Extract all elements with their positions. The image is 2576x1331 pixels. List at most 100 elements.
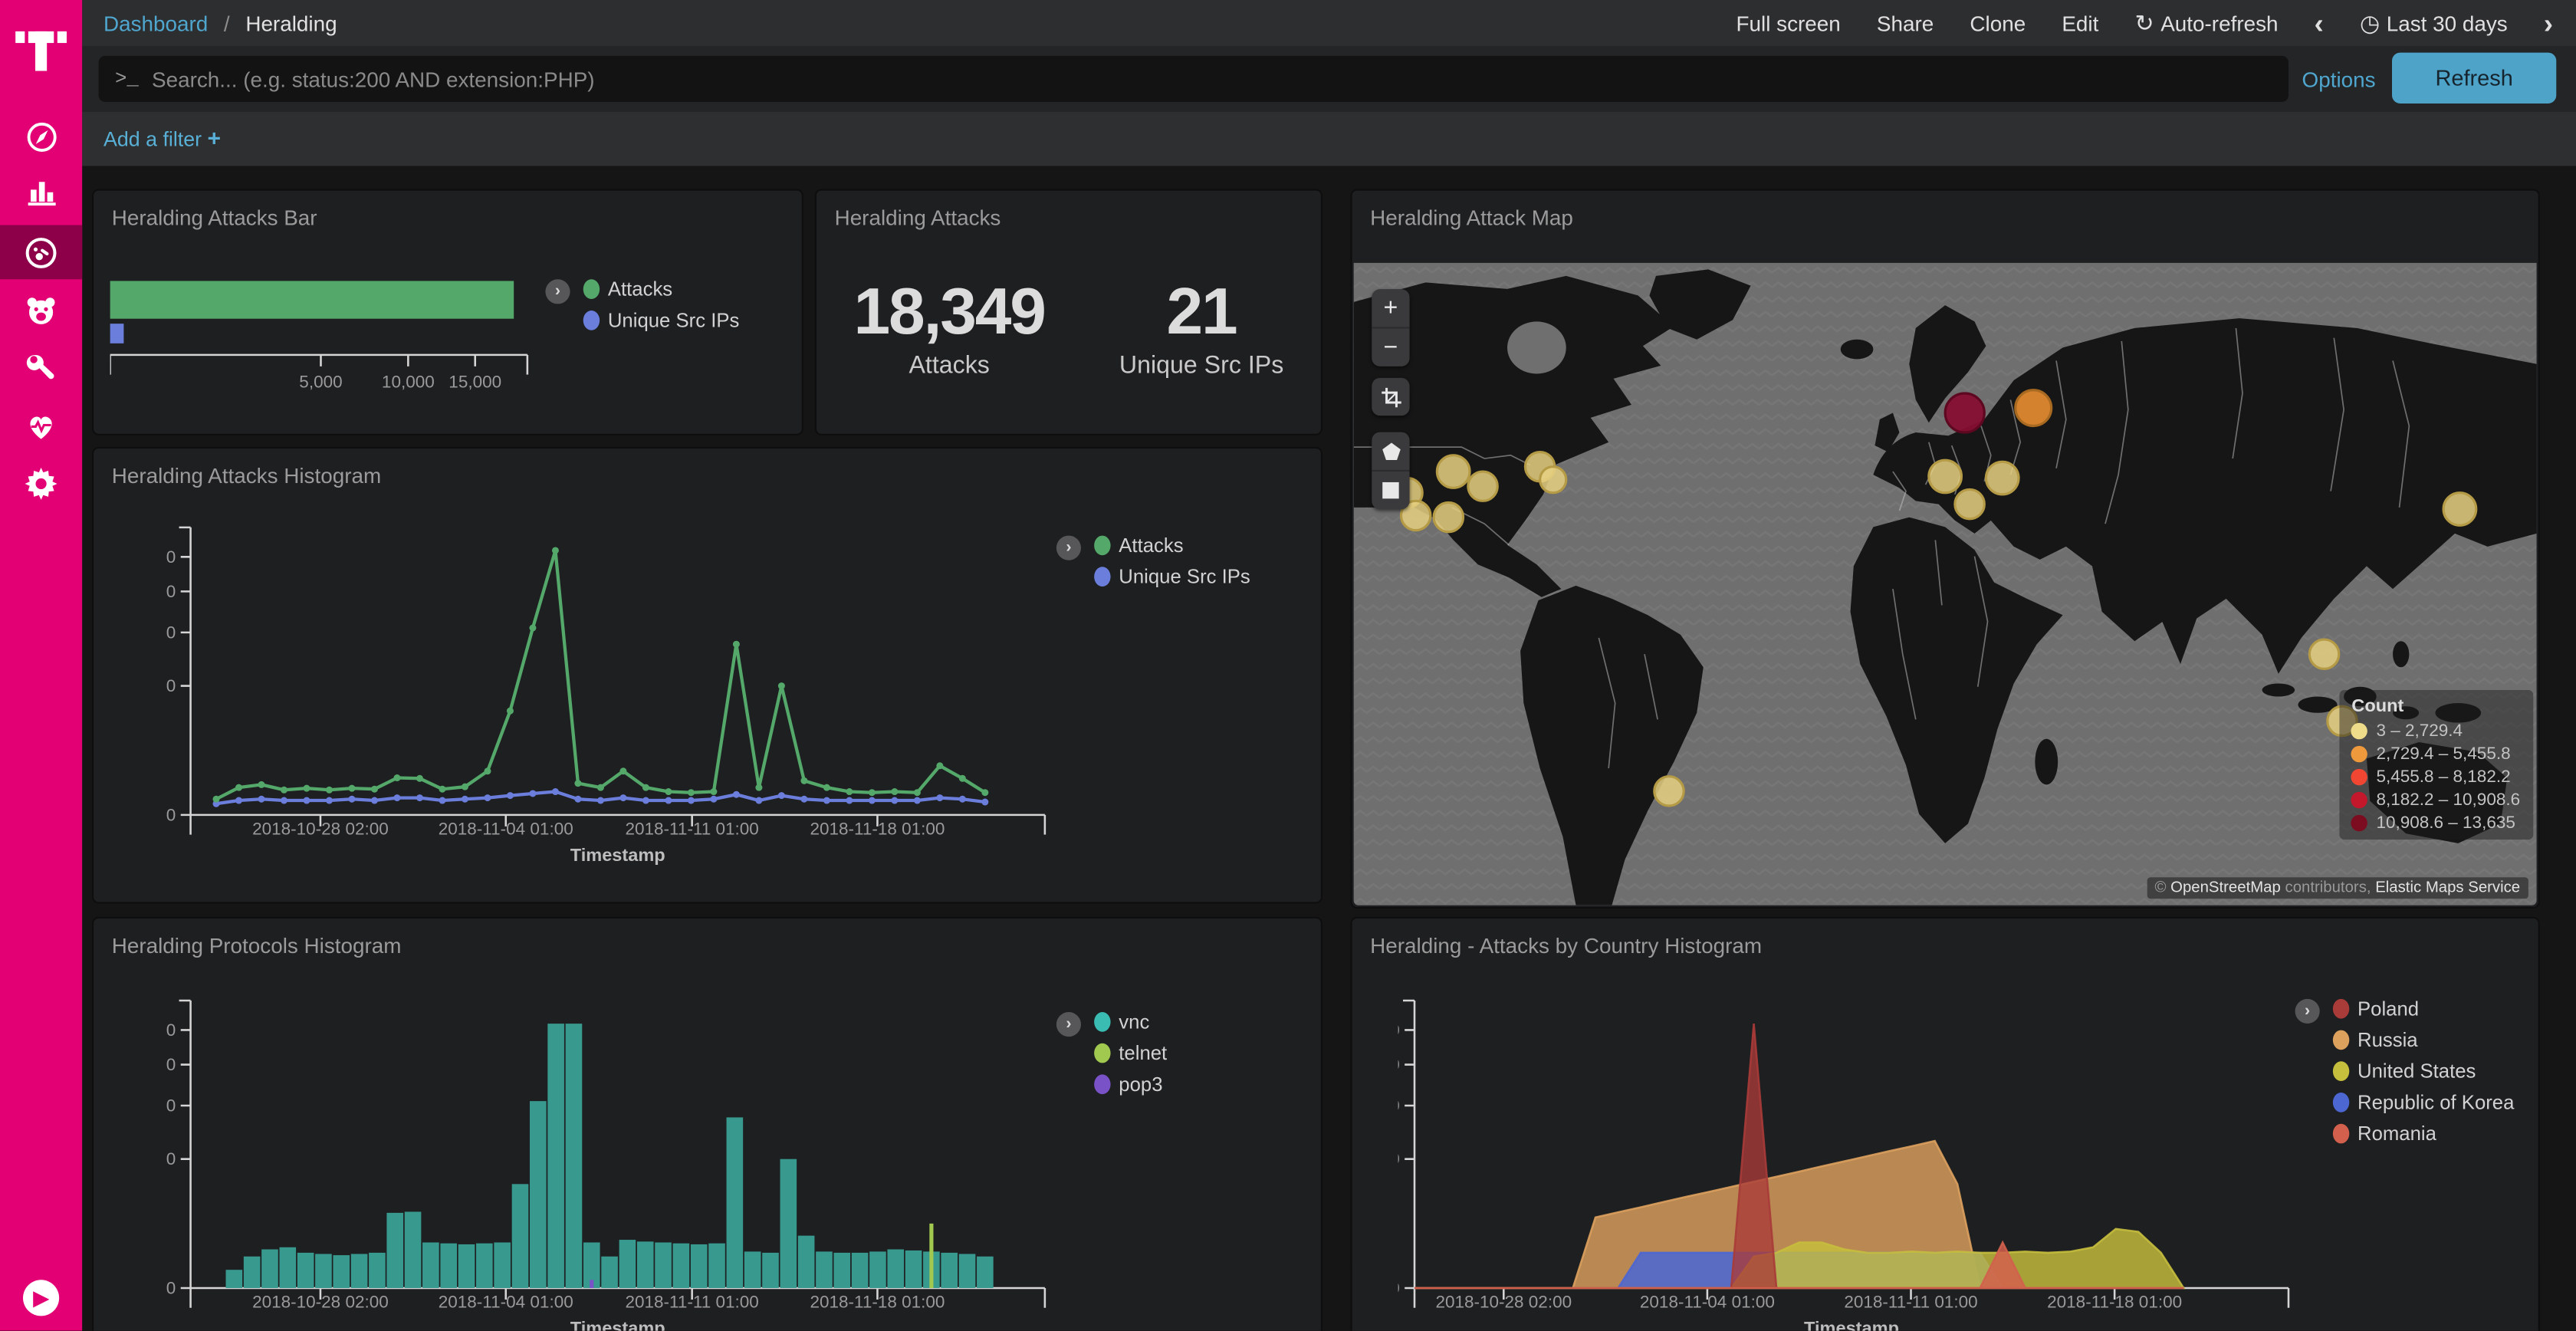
attack-location-circle[interactable] [1955,489,1984,518]
svg-text:8,000: 8,000 [1398,1020,1400,1040]
attack-location-circle[interactable] [1437,455,1470,488]
elastic-maps-link[interactable]: Elastic Maps Service [2375,879,2520,897]
svg-text:2018-11-04 01:00: 2018-11-04 01:00 [1640,1293,1775,1312]
legend-item[interactable]: telnet [1094,1042,1167,1065]
sidebar-item-monitoring[interactable] [0,398,82,452]
sidebar-item-management[interactable] [0,455,82,510]
map-zoom-controls: + − [1372,289,1409,366]
map-legend-dot [2351,746,2367,762]
refresh-cycle-icon: ↻ [2135,9,2154,35]
attack-location-circle[interactable] [1434,502,1463,531]
svg-text:15,000: 15,000 [449,373,501,392]
legend-item[interactable]: Unique Src IPs [583,309,740,332]
attack-location-circle[interactable] [1540,467,1566,493]
world-map[interactable]: + − [1354,263,2537,905]
metric-attacks: 18,349 Attacks [854,276,1045,380]
legend-toggle-icon[interactable]: › [2295,999,2320,1024]
zoom-out-button[interactable]: − [1372,327,1409,366]
clone-button[interactable]: Clone [1970,11,2026,35]
legend-item[interactable]: Attacks [583,278,740,301]
legend-label: Romania [2358,1122,2436,1145]
breadcrumb-current: Heralding [245,11,337,35]
map-legend-dot [2351,815,2367,831]
legend-toggle-icon[interactable]: › [1056,536,1081,560]
svg-text:2,000: 2,000 [166,1149,176,1168]
sidebar-item-discover[interactable] [0,110,82,165]
svg-text:2018-10-28 02:00: 2018-10-28 02:00 [1435,1293,1572,1312]
gear-icon [23,464,59,500]
kibana-dashboard: ▶ Dashboard / Heralding Full screen Shar… [0,0,2576,1331]
legend-label: Attacks [608,278,672,301]
svg-text:10,000: 10,000 [382,373,435,392]
sidebar-item-visualize[interactable] [0,164,82,219]
legend-label: Russia [2358,1028,2418,1051]
attack-location-circle[interactable] [1929,460,1962,493]
openstreetmap-link[interactable]: OpenStreetMap [2170,879,2281,897]
legend-item[interactable]: vnc [1094,1011,1167,1034]
svg-text:2018-11-11 01:00: 2018-11-11 01:00 [626,1293,759,1312]
attack-location-circle[interactable] [1986,462,2019,495]
attack-location-circle[interactable] [1945,393,1984,432]
share-button[interactable]: Share [1877,11,1934,35]
svg-text:4,000: 4,000 [1398,1096,1400,1116]
legend-color-dot [1094,1074,1110,1094]
legend-color-dot [1094,1043,1110,1063]
svg-text:5,000: 5,000 [299,373,342,392]
time-back-button[interactable]: ‹ [2315,9,2324,37]
search-input[interactable]: >_ Search... (e.g. status:200 AND extens… [99,56,2288,102]
legend-toggle-icon[interactable]: › [545,279,570,304]
time-forward-button[interactable]: › [2544,9,2553,37]
sidebar-item-bear-app[interactable] [0,283,82,337]
sidebar-item-dev-tools[interactable] [0,340,82,395]
svg-text:0: 0 [166,805,176,824]
legend-item[interactable]: Poland [2333,997,2515,1020]
heartbeat-icon [23,406,59,442]
attack-location-circle[interactable] [2309,639,2338,669]
legend-item[interactable]: Russia [2333,1028,2515,1051]
panel-attacks-bar: Heralding Attacks Bar 5,00010,00015,000 … [92,189,803,435]
search-placeholder: Search... (e.g. status:200 AND extension… [152,67,595,91]
sidebar-item-dashboard[interactable] [0,225,82,280]
zoom-in-button[interactable]: + [1372,289,1409,327]
attack-location-circle[interactable] [2016,390,2052,426]
legend-toggle-icon[interactable]: › [1056,1012,1081,1037]
draw-rectangle-button[interactable] [1372,470,1409,509]
breadcrumb-dashboard-link[interactable]: Dashboard [104,11,208,35]
collapse-nav-button[interactable]: ▶ [23,1280,59,1316]
metric-unique-src-ips: 21 Unique Src IPs [1119,276,1283,380]
attacks-line-chart[interactable]: 02,0004,0006,0008,0002018-10-28 02:00201… [166,491,1086,886]
fit-data-bounds-button[interactable] [1372,378,1409,416]
legend-item[interactable]: United States [2333,1060,2515,1083]
panel-protocols-histogram: Heralding Protocols Histogram 02,0004,00… [92,917,1322,1331]
terminal-prompt-icon: >_ [115,67,139,90]
auto-refresh-button[interactable]: ↻Auto-refresh [2135,9,2279,37]
country-area-chart[interactable]: 02,0004,0006,0008,0002018-10-28 02:00201… [1398,961,2351,1331]
legend-item[interactable]: Republic of Korea [2333,1091,2515,1114]
map-legend-dot [2351,769,2367,785]
draw-polygon-button[interactable] [1372,432,1409,470]
svg-text:2018-11-04 01:00: 2018-11-04 01:00 [439,1293,573,1312]
clock-icon: ◷ [2360,9,2380,35]
attacks-bar-chart[interactable]: 5,000 10,000 15,000 [110,269,603,404]
attack-location-circle[interactable] [1468,472,1497,501]
attack-location-circle[interactable] [1654,777,1684,806]
legend-label: United States [2358,1060,2476,1083]
svg-text:2018-11-04 01:00: 2018-11-04 01:00 [439,820,573,839]
fullscreen-button[interactable]: Full screen [1737,11,1841,35]
query-options-link[interactable]: Options [2302,67,2376,92]
svg-text:2018-10-28 02:00: 2018-10-28 02:00 [252,1293,389,1312]
map-legend-range: 2,729.4 – 5,455.8 [2376,744,2510,764]
map-legend-row: 5,455.8 – 8,182.2 [2351,767,2520,787]
legend-item[interactable]: Unique Src IPs [1094,565,1250,588]
attack-location-circle[interactable] [2443,493,2476,526]
bear-icon [23,291,59,327]
refresh-button[interactable]: Refresh [2392,53,2556,104]
legend-item[interactable]: Romania [2333,1122,2515,1145]
add-filter-link[interactable]: Add a filter + [104,125,221,151]
legend-item[interactable]: Attacks [1094,534,1250,557]
legend-item[interactable]: pop3 [1094,1073,1167,1096]
edit-button[interactable]: Edit [2062,11,2098,35]
time-range-picker[interactable]: ◷Last 30 days [2360,9,2508,37]
metric-label: Attacks [854,352,1045,380]
protocols-bar-chart[interactable]: 02,0004,0006,0008,0002018-10-28 02:00201… [166,961,1086,1331]
